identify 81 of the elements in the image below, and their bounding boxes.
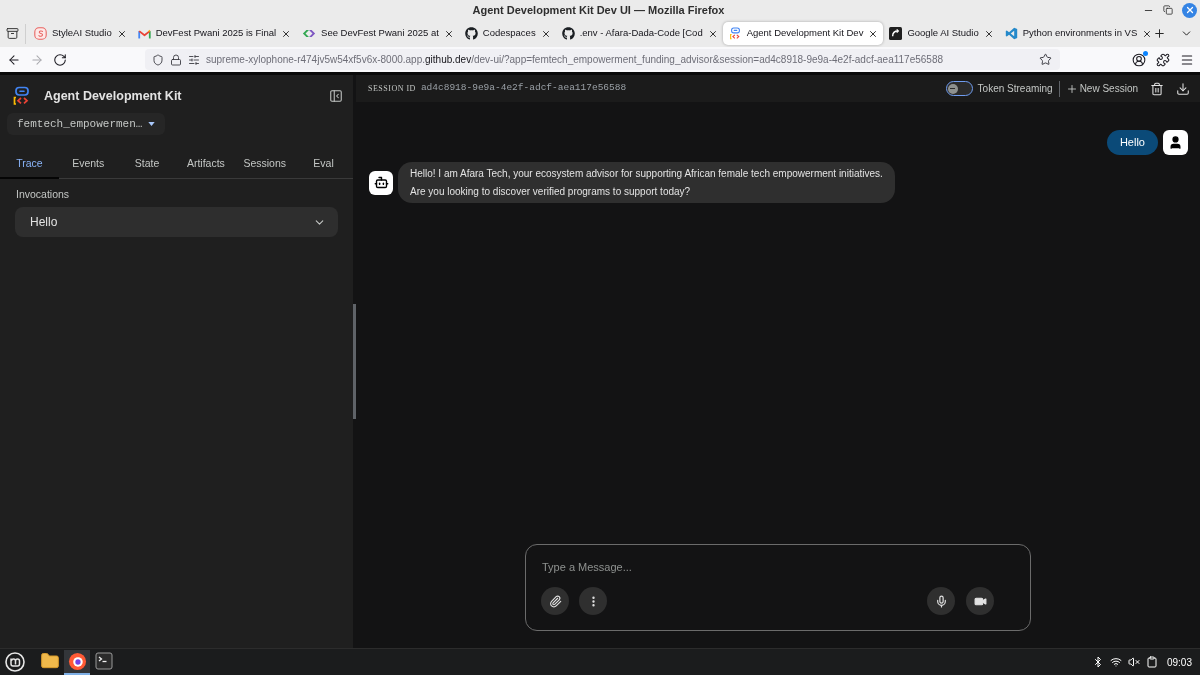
new-session-button[interactable]: New Session (1065, 81, 1138, 96)
browser-tab[interactable]: .env - Afara-Dada-Code [Cod (555, 22, 723, 45)
session-label: SESSION ID (368, 82, 416, 95)
browser-tab[interactable]: Agent Development Kit Dev (722, 22, 884, 45)
plus-icon (1065, 82, 1078, 95)
message-bubble: Hello! I am Afara Tech, your ecosystem advisor for supporting African female tech empowerment initiatives. Are you looking to discover verified programs to support today? (398, 162, 895, 203)
github-logo-icon (464, 27, 478, 40)
robot-logo-icon (728, 27, 742, 40)
message-input[interactable]: Type a Message... (542, 559, 1014, 575)
close-icon[interactable] (1142, 28, 1153, 39)
microphone-icon (934, 594, 948, 608)
github-logo-icon (561, 27, 575, 40)
microphone-button[interactable] (927, 587, 955, 615)
browser-tab[interactable]: DevFest Pwani 2025 is Final (131, 22, 297, 45)
robot-logo-icon (12, 86, 32, 106)
sidebar-tab[interactable]: Sessions (235, 151, 295, 179)
browser-tab[interactable]: Python environments in VS (998, 22, 1158, 45)
swirl-logo-icon (34, 27, 47, 40)
close-icon[interactable] (540, 28, 551, 39)
address-bar[interactable]: supreme-xylophone-r474jv5w54xf5v6x-8000.app.github.dev/dev-ui/?app=femtech_empowerment_funding_advisor&session=ad4c8918-9e9a-4e2f-adcf-aea117e56588 (145, 49, 1060, 70)
window-title: Agent Development Kit Dev UI — Mozilla Firefox (472, 2, 725, 18)
close-icon[interactable] (116, 28, 127, 39)
close-icon[interactable] (443, 28, 454, 39)
app-title: Agent Development Kit (44, 87, 182, 105)
section-label: Invocations (16, 188, 70, 200)
url-text: supreme-xylophone-r474jv5w54xf5v6x-8000.app.github.dev/dev-ui/?app=femtech_empowerment_funding_advisor&session=ad4c8918-9e9a-4e2f-adcf-aea117e56588 (206, 53, 943, 67)
curve-logo-icon (889, 27, 903, 40)
archive-icon[interactable] (6, 27, 19, 40)
resize-handle[interactable] (353, 304, 356, 419)
close-icon[interactable] (868, 28, 879, 39)
browser-tab[interactable]: Codespaces (458, 22, 556, 45)
paperclip-icon (548, 594, 562, 608)
toggle-switch[interactable] (945, 81, 973, 96)
browser-tab[interactable]: StyleAI Studio (28, 22, 132, 45)
panel-left-icon[interactable] (329, 89, 343, 103)
sidebar-tab[interactable]: Trace (0, 151, 59, 179)
clock: 09:03 (1166, 655, 1192, 670)
browser-tab[interactable]: Google AI Studio (883, 22, 999, 45)
star-icon[interactable] (1039, 53, 1052, 66)
attach-button[interactable] (541, 587, 569, 615)
back-arrow-icon[interactable] (7, 52, 21, 67)
sidebar-tab[interactable]: Events (58, 151, 118, 179)
sidebar-tab[interactable]: State (117, 151, 177, 179)
muted-speaker-icon[interactable] (1127, 656, 1140, 668)
wifi-icon[interactable] (1109, 656, 1122, 668)
account-icon[interactable] (1132, 52, 1146, 67)
lock-icon[interactable] (170, 53, 182, 66)
trash-icon[interactable] (1150, 81, 1164, 96)
ribbon-logo-icon (1004, 27, 1018, 40)
terminal-icon (95, 652, 113, 670)
restore-icon[interactable] (1163, 5, 1173, 15)
plus-icon[interactable] (1153, 27, 1166, 40)
more-options-button[interactable] (579, 587, 607, 615)
sliders-icon[interactable] (188, 53, 200, 66)
mail-logo-icon (137, 28, 151, 39)
close-icon[interactable] (281, 28, 292, 39)
circle-logo-icon[interactable] (5, 652, 25, 672)
clipboard-icon[interactable] (1145, 656, 1158, 668)
camera-button[interactable] (966, 587, 994, 615)
robot-icon (369, 170, 393, 195)
close-icon[interactable] (707, 28, 718, 39)
folder-icon (40, 651, 60, 671)
firefox-icon (67, 651, 87, 671)
taskbar-button[interactable] (64, 649, 90, 675)
session-id: ad4c8918-9e9a-4e2f-adcf-aea117e56588 (420, 81, 627, 96)
shield-icon[interactable] (152, 53, 164, 66)
puzzle-icon[interactable] (1156, 52, 1170, 67)
sidebar-tab[interactable]: Eval (294, 151, 353, 179)
toggle-label: Token Streaming (977, 82, 1053, 96)
caret-icon (148, 122, 156, 126)
sidebar-tab[interactable]: Artifacts (176, 151, 236, 179)
reload-icon[interactable] (53, 52, 67, 67)
message-bubble: Hello (1106, 130, 1158, 155)
download-icon[interactable] (1176, 81, 1190, 96)
person-icon (1163, 130, 1188, 155)
diamond-logo-icon (302, 29, 317, 38)
browser-tab[interactable]: See DevFest Pwani 2025 at (296, 22, 459, 45)
invocation-item[interactable]: Hello (15, 207, 338, 237)
app-selector[interactable]: femtech_empowermen… (7, 113, 166, 135)
menu-icon[interactable] (1180, 52, 1194, 67)
close-icon[interactable] (983, 28, 994, 39)
